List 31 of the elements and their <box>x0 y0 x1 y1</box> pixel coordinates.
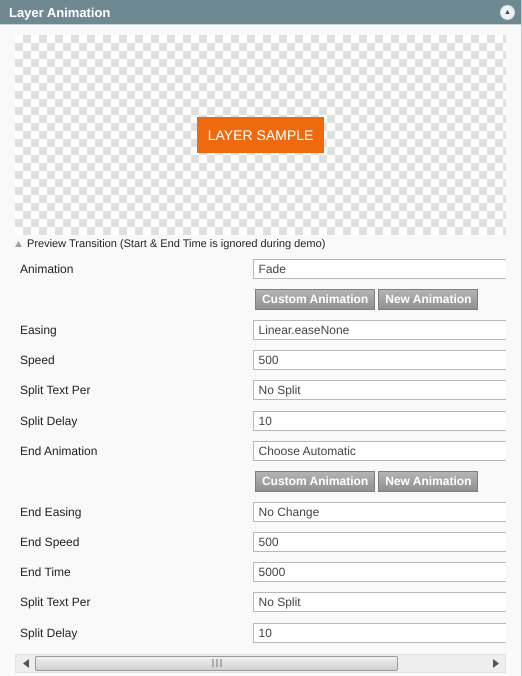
field-label: Animation <box>19 262 74 276</box>
input-field[interactable]: Choose Automatic <box>252 440 506 461</box>
input-field[interactable]: No Split <box>252 380 506 400</box>
input-field[interactable]: Linear.easeNone <box>252 320 506 340</box>
input-field[interactable]: Fade <box>252 259 506 280</box>
field-label: End Animation <box>19 444 98 458</box>
input-field[interactable]: No Split <box>252 592 506 612</box>
scroll-thumb[interactable] <box>35 656 398 671</box>
field-label: End Speed <box>19 534 80 549</box>
input-field[interactable]: 500 <box>252 350 506 370</box>
panel-title: Layer Animation <box>9 4 110 20</box>
input-field[interactable]: No Change <box>252 502 506 522</box>
field-label: Split Text Per <box>19 595 92 610</box>
input-field[interactable]: 500 <box>252 532 506 552</box>
scroll-right-icon[interactable] <box>493 658 499 668</box>
field-label: Split Delay <box>19 414 78 428</box>
horizontal-scrollbar[interactable] <box>15 654 506 673</box>
scroll-left-icon[interactable] <box>23 658 29 668</box>
layer-sample: LAYER SAMPLE <box>196 117 324 153</box>
field-label: Easing <box>19 322 58 337</box>
field-label: End Easing <box>19 504 82 519</box>
input-field[interactable]: 10 <box>252 622 506 643</box>
preview-toggle[interactable]: Preview Transition (Start & End Time is ignored during demo) <box>15 238 326 250</box>
input-field[interactable]: 5000 <box>252 562 506 582</box>
triangle-icon <box>15 241 22 247</box>
field-label: Split Text Per <box>19 383 92 398</box>
grip-icon <box>212 659 222 668</box>
field-label: End Time <box>19 565 72 580</box>
field-label: Speed <box>19 353 56 368</box>
input-field[interactable]: 10 <box>252 410 506 431</box>
field-label: Split Delay <box>19 626 78 640</box>
